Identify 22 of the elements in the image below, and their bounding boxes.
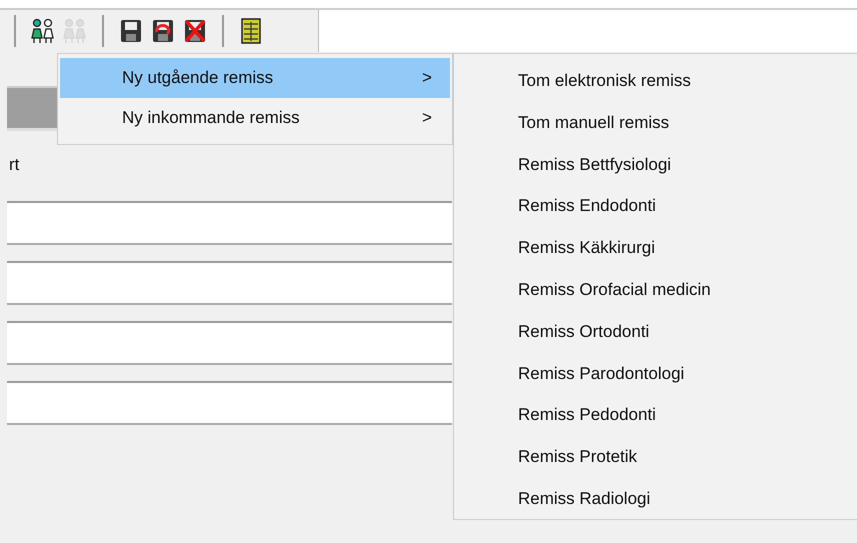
input-field[interactable] [7, 261, 452, 305]
floppy-undo-button[interactable] [150, 17, 176, 45]
input-field[interactable] [7, 381, 452, 425]
field-label: rt [9, 155, 20, 175]
menu-item[interactable]: Remiss Bettfysiologi [454, 144, 857, 186]
menu-item[interactable]: Remiss Endodonti [454, 185, 857, 228]
menu-item[interactable]: Ny inkommande remiss > [60, 98, 450, 138]
menu-item[interactable]: Remiss Ortodonti [454, 310, 857, 353]
input-field[interactable] [7, 321, 452, 365]
menu-item[interactable]: Ny utgående remiss > [60, 58, 450, 98]
input-field[interactable] [7, 201, 452, 245]
people-button[interactable] [30, 17, 56, 45]
menu-item[interactable]: Remiss Parodontologi [454, 352, 857, 394]
floppy-button[interactable] [118, 17, 144, 45]
menu-item[interactable]: Tom elektronisk remiss [454, 60, 857, 102]
menu-item[interactable]: Remiss Orofacial medicin [454, 268, 857, 311]
menu-item[interactable]: Tom manuell remiss [454, 102, 857, 144]
menu-item[interactable]: Remiss Protetik [454, 436, 857, 478]
menu-item[interactable]: Remiss Käkkirurgi [454, 227, 857, 269]
menu-item[interactable]: Remiss Radiologi [454, 478, 857, 520]
floppy-delete-button[interactable] [182, 17, 208, 45]
menu-item[interactable]: Remiss Pedodonti [454, 394, 857, 436]
